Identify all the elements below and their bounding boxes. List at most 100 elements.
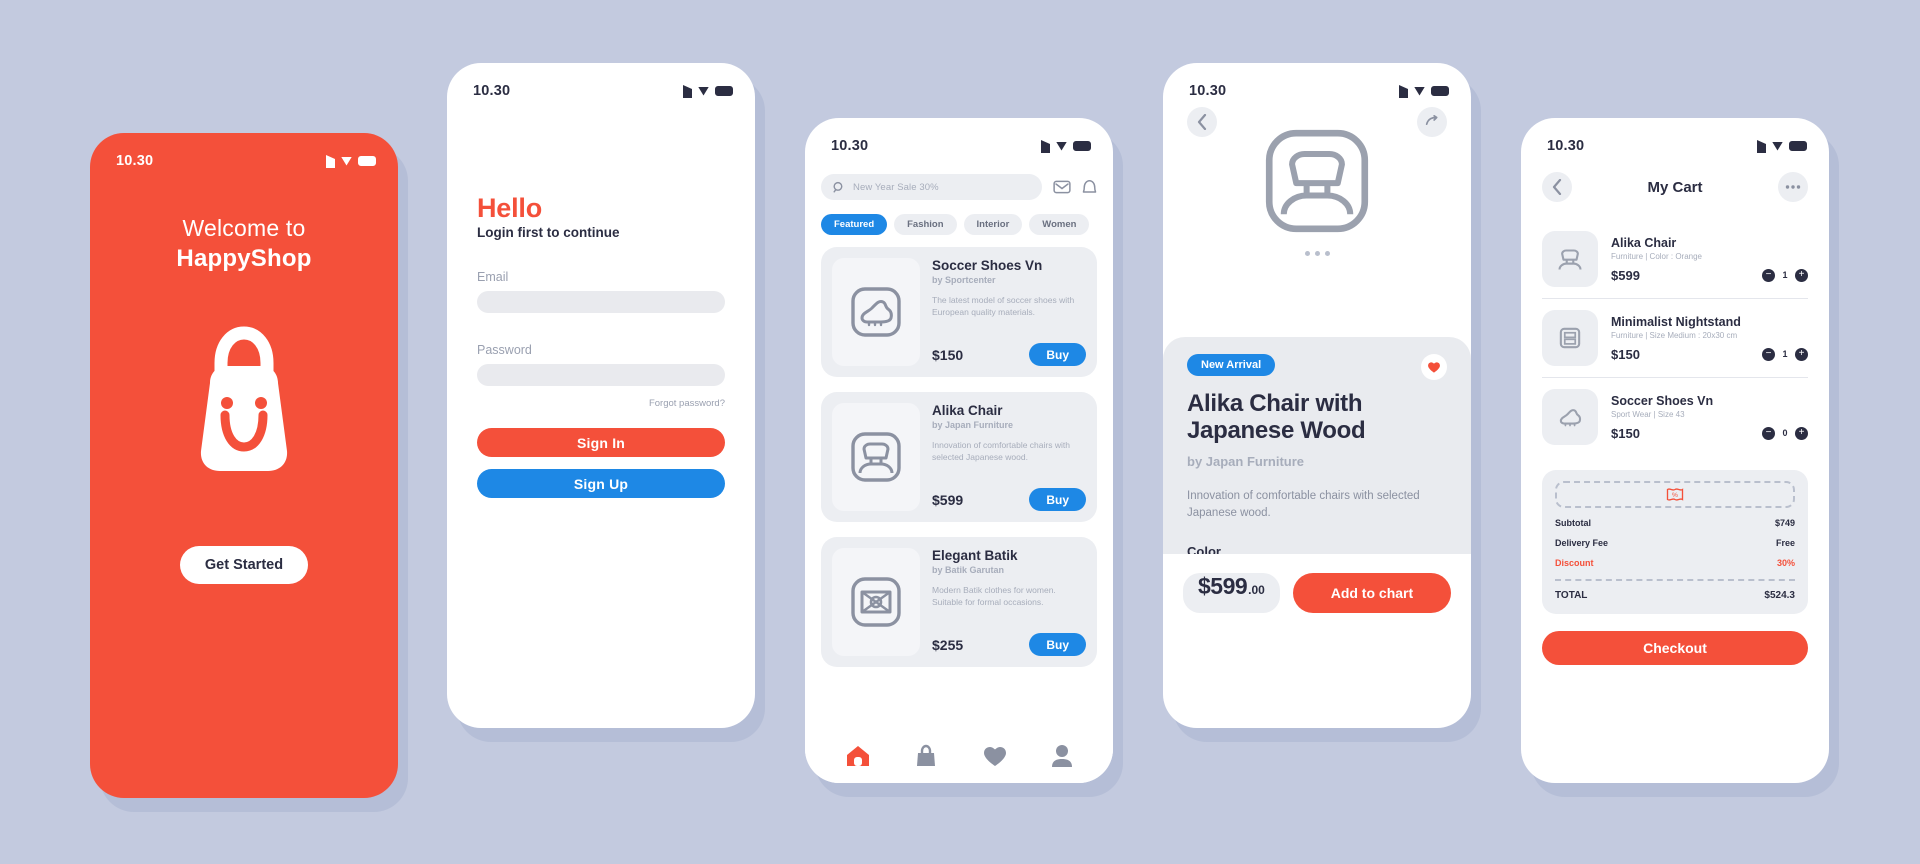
wifi-icon	[341, 156, 352, 166]
forgot-password-link[interactable]: Forgot password?	[477, 398, 725, 409]
cart-item-name: Soccer Shoes Vn	[1611, 393, 1714, 408]
quantity-increase-button[interactable]: +	[1795, 347, 1808, 361]
product-detail-description: Innovation of comfortable chairs with se…	[1187, 489, 1420, 519]
quantity-decrease-button[interactable]: −	[1762, 347, 1775, 361]
product-brand: by Sportcenter	[932, 275, 996, 285]
buy-button[interactable]: Buy	[1029, 343, 1086, 366]
product-detail-brand: by Japan Furniture	[1187, 453, 1305, 469]
buy-button[interactable]: Buy	[1029, 488, 1086, 511]
product-card[interactable]: Elegant Batik by Batik Garutan Modern Ba…	[821, 537, 1097, 667]
more-horizontal-icon	[1785, 185, 1801, 189]
quantity-value: 1	[1782, 270, 1788, 280]
summary-row: Delivery Fee Free	[1555, 538, 1795, 548]
pagination-dot[interactable]	[1304, 251, 1310, 256]
cart-items-list: Alika Chair Furniture | Color : Orange $…	[1542, 220, 1808, 456]
product-card[interactable]: Alika Chair by Japan Furniture Innovatio…	[821, 392, 1097, 522]
armchair-icon	[1558, 249, 1582, 270]
cart-header: My Cart	[1542, 172, 1808, 202]
product-thumb	[832, 258, 920, 366]
cart-item-row: $150 − 0 +	[1611, 426, 1808, 441]
chip-fashion[interactable]: Fashion	[894, 214, 957, 235]
chip-interior[interactable]: Interior	[963, 214, 1023, 235]
price-cents: .00	[1248, 583, 1265, 597]
cart-item-thumb	[1542, 310, 1598, 366]
checkout-button[interactable]: Checkout	[1542, 631, 1808, 665]
get-started-button[interactable]: Get Started	[180, 546, 308, 584]
cart-item-name: Minimalist Nightstand	[1611, 314, 1741, 329]
home-icon[interactable]	[845, 744, 871, 768]
category-chips: Featured Fashion Interior Women	[821, 214, 1097, 235]
product-price: $150	[932, 346, 964, 363]
signal-icon	[1757, 139, 1766, 153]
battery-icon	[715, 86, 733, 96]
pagination-dot[interactable]	[1324, 251, 1330, 256]
quantity-increase-button[interactable]: +	[1795, 426, 1808, 440]
buy-button[interactable]: Buy	[1029, 633, 1086, 656]
password-field[interactable]	[477, 364, 725, 386]
product-info: Elegant Batik by Batik Garutan Modern Ba…	[932, 548, 1086, 656]
chevron-left-icon	[1197, 114, 1207, 130]
search-row: New Year Sale 30%	[821, 174, 1097, 200]
cart-item: Soccer Shoes Vn Sport Wear | Size 43 $15…	[1542, 378, 1808, 456]
quantity-increase-button[interactable]: +	[1795, 268, 1808, 282]
phone-login-screen: 10.30 Hello Login first to continue Emai…	[447, 63, 755, 728]
battery-icon	[358, 156, 376, 166]
bottom-tab-bar	[805, 729, 1113, 783]
back-button[interactable]	[1187, 107, 1217, 137]
product-card[interactable]: Soccer Shoes Vn by Sportcenter The lates…	[821, 247, 1097, 377]
shopping-bag-smile-icon	[200, 326, 288, 471]
status-time: 10.30	[473, 83, 511, 99]
new-arrival-badge: New Arrival	[1187, 354, 1276, 376]
cart-item-price: $599	[1611, 267, 1640, 283]
phone-product-detail-screen: 10.30 New Arrival Alika Chair with Japan…	[1163, 63, 1471, 728]
summary-label: Subtotal	[1555, 518, 1591, 528]
search-input[interactable]: New Year Sale 30%	[821, 174, 1042, 200]
search-icon	[833, 181, 843, 193]
chip-women[interactable]: Women	[1029, 214, 1090, 235]
email-field[interactable]	[477, 291, 725, 313]
armchair-icon	[851, 432, 901, 482]
cart-menu-button[interactable]	[1777, 172, 1808, 202]
cart-item-info: Soccer Shoes Vn Sport Wear | Size 43 $15…	[1611, 394, 1808, 441]
status-icons	[326, 154, 376, 168]
envelope-icon[interactable]	[1053, 180, 1071, 194]
cart-item-meta: Sport Wear | Size 43	[1611, 409, 1685, 419]
summary-value: $749	[1774, 518, 1795, 528]
status-bar: 10.30	[90, 133, 398, 175]
share-button[interactable]	[1417, 107, 1447, 137]
price-amount: $599	[1198, 573, 1248, 599]
cart-content: My Cart Alika Chair Furniture | Color: …	[1521, 160, 1829, 665]
cart-item-info: Minimalist Nightstand Furniture | Size M…	[1611, 315, 1808, 362]
login-content: Hello Login first to continue Email Pass…	[447, 105, 755, 498]
heart-icon[interactable]	[982, 745, 1008, 768]
product-title: Soccer Shoes Vn	[932, 258, 1043, 273]
sign-in-button[interactable]: Sign In	[477, 428, 725, 457]
wifi-icon	[698, 86, 709, 96]
add-to-cart-button[interactable]: Add to chart	[1292, 573, 1451, 613]
login-heading: Hello	[477, 193, 543, 223]
status-time: 10.30	[1189, 83, 1227, 99]
cart-item-name: Alika Chair	[1611, 235, 1677, 250]
list-content: New Year Sale 30% Featured Fashion Inter…	[805, 160, 1113, 667]
quantity-decrease-button[interactable]: −	[1762, 268, 1775, 282]
coupon-input[interactable]: %	[1555, 481, 1795, 508]
screens-stage: 10.30 Welcome to HappyShop Get Started 1…	[0, 0, 1920, 864]
bag-icon[interactable]	[914, 744, 938, 769]
favorite-button[interactable]	[1421, 354, 1447, 380]
person-icon[interactable]	[1051, 744, 1073, 768]
product-description: Modern Batik clothes for women. Suitable…	[932, 585, 1056, 608]
sign-up-button[interactable]: Sign Up	[477, 469, 725, 498]
armchair-icon	[1265, 129, 1369, 233]
quantity-decrease-button[interactable]: −	[1762, 426, 1775, 440]
product-brand: by Batik Garutan	[932, 565, 1005, 575]
product-title: Elegant Batik	[932, 548, 1018, 563]
pagination-dot[interactable]	[1314, 251, 1320, 256]
bell-icon[interactable]	[1082, 179, 1097, 196]
cart-item-row: $599 − 1 +	[1611, 268, 1808, 283]
back-button[interactable]	[1542, 172, 1572, 202]
product-footer: $255 Buy	[932, 633, 1086, 656]
product-thumb	[832, 403, 920, 511]
welcome-content: Welcome to HappyShop Get Started	[90, 215, 398, 584]
status-time: 10.30	[116, 153, 154, 169]
chip-featured[interactable]: Featured	[821, 214, 888, 235]
